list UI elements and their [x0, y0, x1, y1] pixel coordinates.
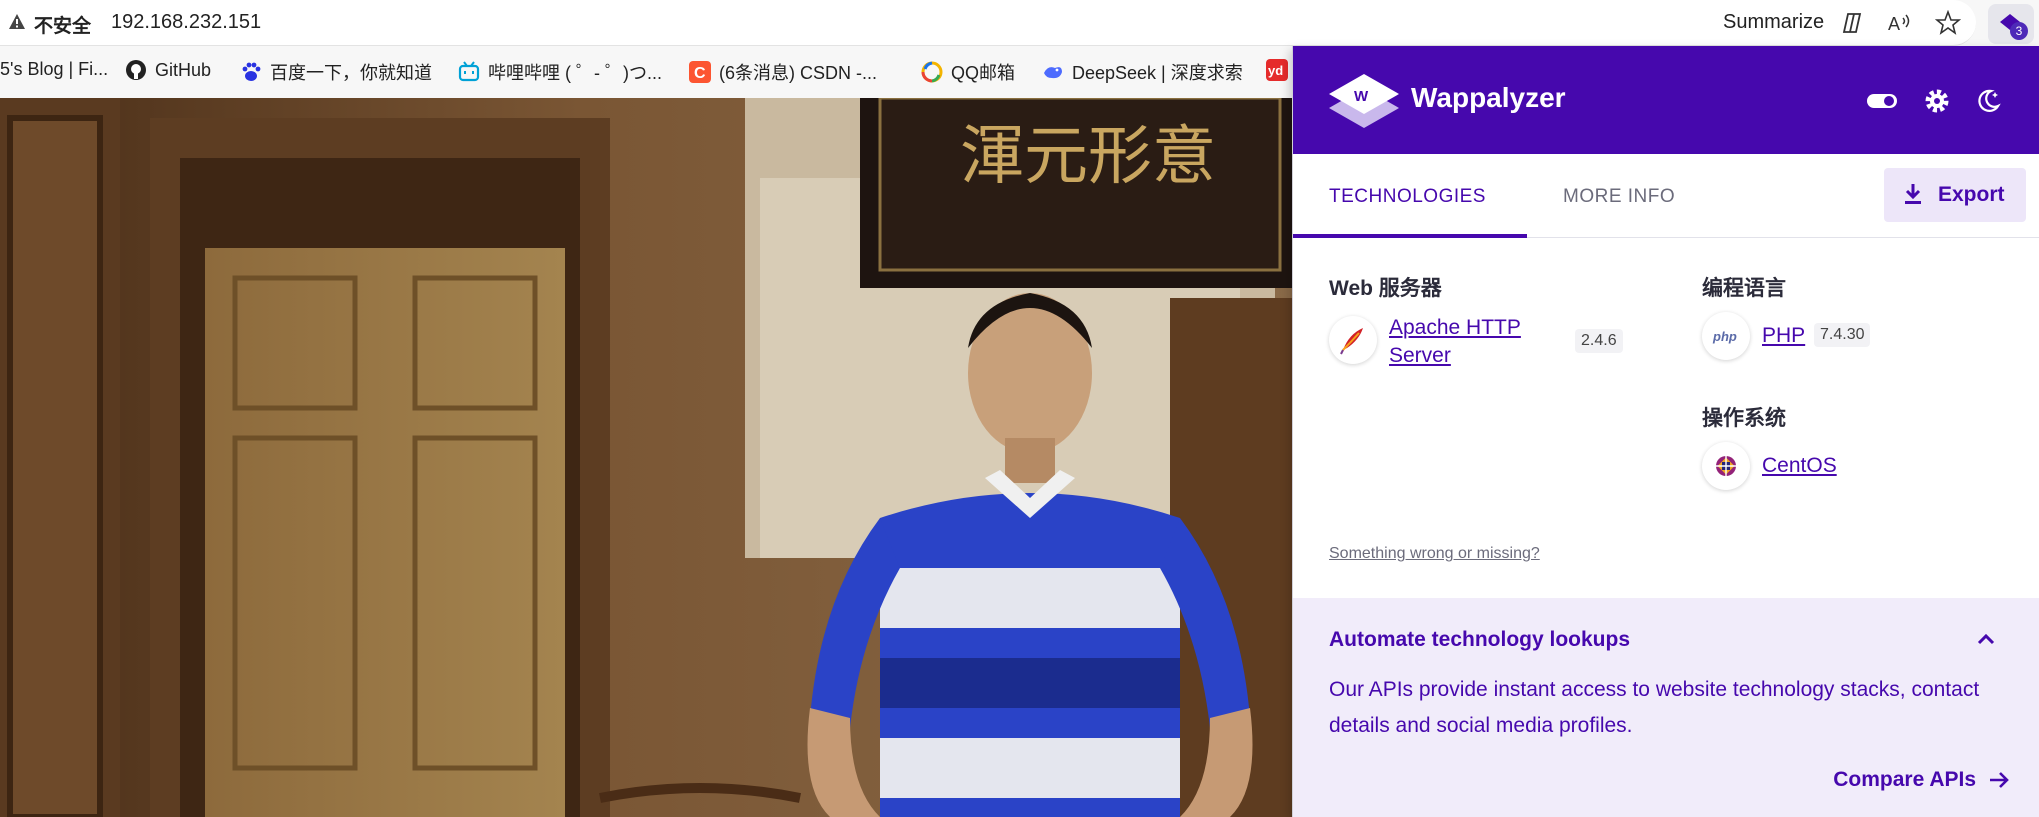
- automate-section: Automate technology lookups Our APIs pro…: [1293, 598, 2039, 817]
- bookmark-deepseek[interactable]: DeepSeek | 深度求索: [1042, 59, 1243, 85]
- chevron-up-icon[interactable]: [1976, 632, 1996, 646]
- bilibili-icon: [458, 61, 480, 82]
- bookmark-youdao[interactable]: yd: [1266, 59, 1288, 81]
- tab-more-info[interactable]: MORE INFO: [1563, 186, 1675, 208]
- warning-icon[interactable]: [8, 13, 26, 31]
- bookmark-csdn[interactable]: C (6条消息) CSDN -...: [689, 59, 877, 85]
- category-operating-system: 操作系统: [1702, 407, 1786, 430]
- bookmark-label: 百度一下，你就知道: [270, 63, 432, 83]
- toggle-icon[interactable]: [1867, 86, 1897, 116]
- compare-apis-label: Compare APIs: [1833, 768, 1976, 791]
- svg-text:yd: yd: [1268, 63, 1283, 78]
- svg-text:W: W: [1354, 88, 1369, 105]
- automate-description: Our APIs provide instant access to websi…: [1329, 678, 1980, 737]
- arrow-right-icon: [1990, 772, 2009, 788]
- csdn-icon: C: [689, 61, 711, 83]
- baidu-icon: [242, 62, 261, 81]
- bookmark-label: 哔哩哔哩 ( ゜- ゜)つ...: [488, 63, 662, 83]
- extension-badge: 3: [2010, 22, 2028, 40]
- bookmark-label: QQ邮箱: [951, 63, 1016, 83]
- tech-link-centos[interactable]: CentOS: [1762, 452, 1837, 480]
- svg-text:C: C: [694, 65, 706, 82]
- apache-feather-icon: [1329, 316, 1377, 364]
- bookmark-qqmail[interactable]: QQ邮箱: [921, 59, 1015, 85]
- wappalyzer-header: W Wappalyzer: [1293, 46, 2039, 154]
- bookmark-github[interactable]: GitHub: [125, 59, 211, 81]
- bookmark-baidu[interactable]: 百度一下，你就知道: [240, 59, 432, 85]
- tech-link-php[interactable]: PHP: [1762, 322, 1805, 350]
- page-video-frame[interactable]: 渾元形意: [0, 98, 1293, 817]
- summarize-button[interactable]: Summarize: [1723, 11, 1824, 34]
- favorite-star-icon[interactable]: [1935, 10, 1961, 36]
- security-label[interactable]: 不安全: [34, 11, 91, 38]
- active-tab-indicator: [1293, 234, 1527, 238]
- bookmark-blog[interactable]: 5's Blog | Fi...: [0, 59, 108, 80]
- settings-gear-icon[interactable]: [1922, 86, 1952, 116]
- address-bar: 不安全 192.168.232.151 Summarize A 3: [0, 0, 2039, 46]
- php-icon: php: [1702, 312, 1750, 360]
- copilot-icon[interactable]: [1840, 10, 1866, 36]
- category-web-server: Web 服务器: [1329, 277, 1442, 300]
- version-badge-apache: 2.4.6: [1575, 329, 1623, 353]
- automate-title[interactable]: Automate technology lookups: [1329, 628, 1630, 652]
- wappalyzer-brand: Wappalyzer: [1411, 82, 1566, 113]
- download-icon: [1905, 184, 1921, 204]
- tech-link-apache-line2[interactable]: Server: [1389, 342, 1451, 370]
- youdao-icon: yd: [1266, 59, 1288, 81]
- version-badge-php: 7.4.30: [1814, 323, 1871, 347]
- svg-text:php: php: [1712, 329, 1737, 344]
- bookmark-label: 5's Blog | Fi...: [0, 59, 109, 79]
- read-aloud-icon[interactable]: A: [1886, 10, 1912, 36]
- bookmark-label: (6条消息) CSDN -...: [719, 63, 878, 83]
- wappalyzer-extension-button[interactable]: 3: [1988, 4, 2034, 44]
- bookmark-bilibili[interactable]: 哔哩哔哩 ( ゜- ゜)つ...: [458, 59, 662, 85]
- export-label: Export: [1938, 183, 2005, 206]
- url-text[interactable]: 192.168.232.151: [111, 11, 261, 34]
- bookmark-label: DeepSeek | 深度求索: [1072, 63, 1243, 83]
- category-programming-language: 编程语言: [1702, 277, 1786, 300]
- tech-link-apache-line1[interactable]: Apache HTTP: [1389, 314, 1521, 342]
- deepseek-icon: [1044, 67, 1062, 79]
- omnibox[interactable]: 不安全 192.168.232.151 Summarize A: [0, 0, 1976, 46]
- centos-icon: [1702, 442, 1750, 490]
- wappalyzer-logo-icon: W: [1329, 74, 1399, 128]
- feedback-link[interactable]: Something wrong or missing?: [1329, 545, 1540, 563]
- video-still-image: 渾元形意: [0, 98, 1293, 817]
- dark-mode-moon-icon[interactable]: [1973, 86, 2003, 116]
- export-button[interactable]: Export: [1884, 168, 2026, 222]
- github-icon: [126, 60, 146, 80]
- compare-apis-link[interactable]: Compare APIs: [1833, 768, 2010, 792]
- tab-technologies[interactable]: TECHNOLOGIES: [1329, 186, 1486, 208]
- qqmail-icon: [921, 61, 943, 83]
- svg-text:渾元形意: 渾元形意: [960, 120, 1216, 194]
- svg-text:A: A: [1888, 14, 1900, 34]
- bookmark-label: GitHub: [155, 59, 212, 80]
- wappalyzer-popup: W Wappalyzer TECHNOLOGIES MORE INFO Expo…: [1292, 46, 2039, 817]
